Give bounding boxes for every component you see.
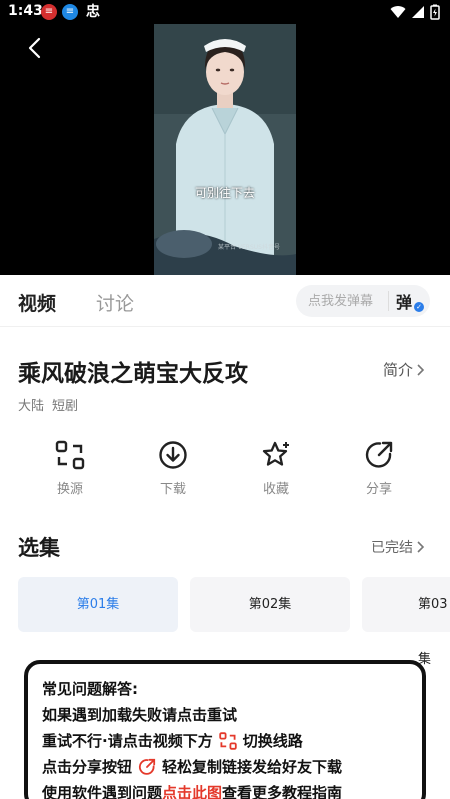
signal-icon: [412, 6, 424, 18]
danmu-input[interactable]: [308, 291, 386, 311]
intro-button[interactable]: 简介: [383, 359, 427, 380]
intro-label: 简介: [383, 361, 414, 379]
chevron-right-icon: [417, 363, 425, 376]
faq-text: 使用软件遇到问题: [42, 784, 163, 799]
genre-tag: 短剧: [52, 399, 79, 414]
share-button[interactable]: 分享: [349, 440, 409, 497]
episodes-status-button[interactable]: 已完结: [371, 537, 427, 557]
download-button[interactable]: 下载: [143, 440, 203, 497]
danmu-box: 弹 ✓: [296, 285, 430, 317]
back-arrow-icon[interactable]: [24, 36, 46, 60]
share-icon: [365, 441, 393, 468]
switch-source-label: 换源: [56, 482, 83, 497]
tab-discuss[interactable]: 讨论: [96, 289, 134, 316]
faq-text: 轻松复制链接发给好友下载: [162, 758, 343, 776]
video-frame[interactable]: 可别往下去 某平台 VERSUS抖音号: [154, 24, 296, 275]
status-time: 1:43: [8, 3, 43, 19]
favorite-button[interactable]: 收藏: [246, 440, 306, 497]
faq-line: 如果遇到加载失败请点击重试: [42, 706, 238, 724]
favorite-label: 收藏: [262, 482, 289, 497]
favorite-star-icon: [262, 441, 289, 466]
faq-link[interactable]: 点击此图: [162, 780, 222, 799]
danmu-toggle-button[interactable]: 弹 ✓: [396, 289, 424, 313]
battery-icon: [430, 4, 440, 20]
status-app-icon: 忠: [86, 4, 100, 20]
episode-item[interactable]: 第02集: [190, 577, 350, 632]
switch-source-button[interactable]: 换源: [40, 440, 100, 497]
faq-text: 切换线路: [242, 732, 303, 750]
faq-line: 常见问题解答:: [42, 680, 138, 698]
status-bar: 1:43 ≡ ≡ 忠: [0, 0, 450, 24]
show-meta: 大陆 短剧: [18, 395, 78, 414]
video-player[interactable]: 1:43 ≡ ≡ 忠 可别往下去 某平台 VERSUS抖音号: [0, 0, 450, 275]
share-label: 分享: [365, 482, 392, 497]
app-notification-icon: ≡: [41, 4, 57, 20]
video-subtitle: 可别往下去: [194, 186, 255, 200]
app-notification-icon: ≡: [62, 4, 78, 20]
share-icon: [139, 758, 156, 775]
wifi-icon: [390, 6, 406, 19]
download-icon: [159, 441, 187, 469]
faq-banner[interactable]: 常见问题解答: 如果遇到加载失败请点击重试 重试不行·请点击视频下方 切换线路 …: [24, 660, 426, 799]
switch-source-icon: [55, 440, 85, 470]
region-tag: 大陆: [18, 399, 45, 414]
episodes-status: 已完结: [371, 540, 413, 556]
tab-bar: 视频 讨论 弹 ✓: [0, 275, 450, 327]
danmu-divider: [388, 291, 389, 311]
chevron-right-icon: [417, 541, 425, 553]
faq-text: 重试不行·请点击视频下方: [42, 732, 213, 750]
faq-line: 使用软件遇到问题 点击此图 查看更多教程指南: [42, 780, 422, 799]
nurse-figure: [154, 24, 296, 275]
show-title: 乘风破浪之萌宝大反攻: [18, 361, 248, 387]
episode-item[interactable]: 第03集: [362, 577, 450, 667]
switch-source-icon: [219, 732, 237, 750]
checkmark-icon: ✓: [414, 302, 424, 312]
download-label: 下载: [159, 482, 186, 497]
video-watermark: 某平台 VERSUS抖音号: [218, 244, 280, 251]
faq-text: 点击分享按钮: [42, 758, 133, 776]
faq-line: 重试不行·请点击视频下方 切换线路: [42, 728, 422, 754]
episode-item[interactable]: 第01集: [18, 577, 178, 632]
action-row: 换源 下载 收藏 分享: [0, 440, 450, 506]
faq-line: 点击分享按钮 轻松复制链接发给好友下载: [42, 754, 422, 780]
faq-text: 查看更多教程指南: [222, 784, 343, 799]
danmu-toggle-label: 弹: [396, 293, 413, 312]
episodes-title: 选集: [18, 536, 60, 560]
tab-video[interactable]: 视频: [18, 289, 56, 316]
